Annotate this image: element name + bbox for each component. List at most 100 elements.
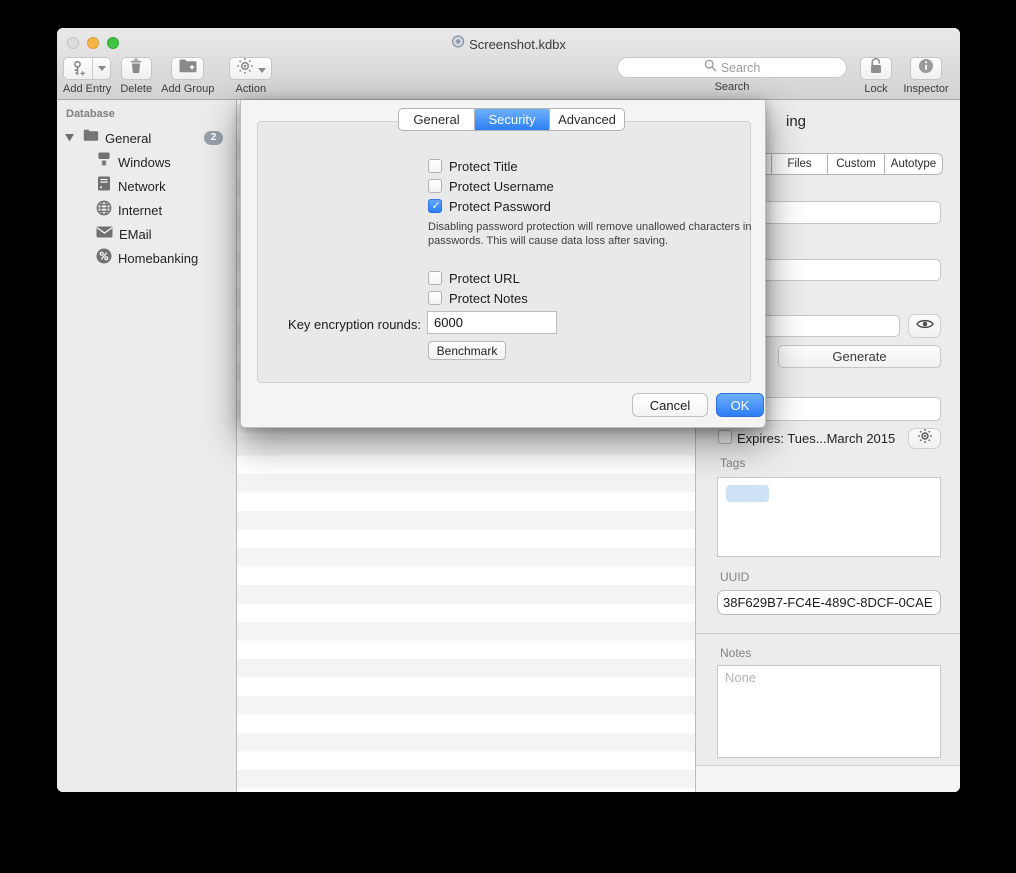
inspector-entry-title: ing [786, 113, 806, 130]
protect-username-row[interactable]: Protect Username [428, 178, 554, 194]
sidebar-item-label: Windows [118, 155, 171, 170]
password-protection-warning: Disabling password protection will remov… [428, 221, 758, 248]
protect-notes-label: Protect Notes [449, 291, 528, 306]
add-group-button[interactable] [171, 57, 204, 80]
info-icon [917, 57, 935, 80]
sidebar-item-label: Internet [118, 203, 162, 218]
search-label: Search [715, 81, 750, 93]
search-input[interactable]: Search [617, 57, 847, 78]
add-group-label: Add Group [161, 83, 214, 95]
inspector-tool: Inspector [902, 57, 950, 95]
sidebar-item-label: General [105, 131, 151, 146]
protect-title-label: Protect Title [449, 159, 518, 174]
sidebar-section-header: Database [66, 108, 115, 120]
app-window: Screenshot.kdbx Add Entry Delete [57, 28, 960, 792]
action-tool: Action [229, 57, 272, 95]
benchmark-button[interactable]: Benchmark [428, 341, 506, 360]
tags-box[interactable] [717, 477, 941, 557]
sidebar: Database General 2 Windows Network [57, 100, 237, 792]
uuid-field[interactable] [717, 590, 941, 615]
add-entry-dropdown-arrow-icon[interactable] [92, 58, 110, 79]
notes-field[interactable] [717, 665, 941, 758]
protect-username-checkbox[interactable] [428, 179, 442, 193]
window-header: Screenshot.kdbx Add Entry Delete [57, 28, 960, 100]
expires-label: Expires: Tues...March 2015 [737, 431, 895, 446]
disclosure-triangle-icon[interactable] [65, 129, 74, 147]
tab-security[interactable]: Security [474, 109, 549, 130]
sidebar-item-label: EMail [119, 227, 152, 242]
tab-advanced[interactable]: Advanced [549, 109, 624, 130]
eye-icon [916, 317, 934, 335]
inspector-divider [696, 633, 960, 634]
expires-options-button[interactable] [908, 428, 941, 449]
sidebar-item-windows[interactable]: Windows [57, 150, 236, 174]
action-button[interactable] [229, 57, 272, 80]
sidebar-item-homebanking[interactable]: Homebanking [57, 246, 236, 270]
sidebar-item-network[interactable]: Network [57, 174, 236, 198]
toolbar-left: Add Entry Delete Add Group [63, 57, 272, 95]
protect-password-checkbox[interactable] [428, 199, 442, 213]
network-computers-icon [96, 152, 112, 172]
cancel-button[interactable]: Cancel [632, 393, 708, 417]
zoom-window-button[interactable] [107, 37, 119, 49]
sidebar-item-label: Network [118, 179, 166, 194]
window-title-group: Screenshot.kdbx [451, 35, 566, 53]
window-title: Screenshot.kdbx [469, 37, 566, 52]
inspector-button[interactable] [910, 57, 942, 80]
delete-button[interactable] [121, 57, 152, 80]
sidebar-item-internet[interactable]: Internet [57, 198, 236, 222]
tab-general[interactable]: General [399, 109, 474, 130]
action-label: Action [236, 83, 267, 95]
search-icon [704, 59, 717, 77]
delete-tool: Delete [120, 57, 152, 95]
generate-password-button[interactable]: Generate [778, 345, 941, 368]
key-encryption-rounds-field[interactable] [427, 311, 557, 334]
document-proxy-icon [451, 35, 464, 53]
protect-url-row[interactable]: Protect URL [428, 270, 520, 286]
uuid-label: UUID [720, 570, 749, 584]
sidebar-item-email[interactable]: EMail [57, 222, 236, 246]
reveal-password-button[interactable] [908, 314, 941, 338]
protect-notes-row[interactable]: Protect Notes [428, 290, 528, 306]
protect-title-checkbox[interactable] [428, 159, 442, 173]
envelope-icon [96, 225, 113, 243]
unlocked-padlock-icon [868, 57, 884, 80]
desktop-background: Screenshot.kdbx Add Entry Delete [0, 0, 1016, 873]
folder-plus-icon [178, 58, 198, 79]
inspector-tab-autotype[interactable]: Autotype [884, 154, 942, 174]
add-entry-label: Add Entry [63, 83, 111, 95]
protect-notes-checkbox[interactable] [428, 291, 442, 305]
protect-password-row[interactable]: Protect Password [428, 198, 551, 214]
inspector-tab-files[interactable]: Files [771, 154, 827, 174]
protect-title-row[interactable]: Protect Title [428, 158, 518, 174]
protect-username-label: Protect Username [449, 179, 554, 194]
dialog-tabs: General Security Advanced [398, 108, 625, 131]
protect-url-checkbox[interactable] [428, 271, 442, 285]
close-window-button[interactable] [67, 37, 79, 49]
add-entry-button[interactable] [63, 57, 111, 80]
group-settings-dialog: General Security Advanced Protect Title … [240, 100, 766, 428]
inspector-label: Inspector [903, 83, 948, 95]
minimize-window-button[interactable] [87, 37, 99, 49]
trash-icon [127, 57, 145, 80]
add-group-tool: Add Group [161, 57, 214, 95]
ok-button[interactable]: OK [716, 393, 764, 417]
action-dropdown-arrow-icon [258, 60, 266, 78]
protect-url-label: Protect URL [449, 271, 520, 286]
lock-button[interactable] [860, 57, 892, 80]
lock-label: Lock [864, 83, 887, 95]
sidebar-item-general[interactable]: General 2 [57, 126, 236, 150]
key-plus-icon[interactable] [64, 58, 92, 79]
inspector-tab-custom[interactable]: Custom [827, 154, 884, 174]
traffic-lights [67, 37, 119, 49]
search-tool: Search Search [617, 57, 847, 93]
sidebar-item-label: Homebanking [118, 251, 198, 266]
tag-pill[interactable] [726, 485, 769, 502]
search-placeholder: Search [721, 61, 761, 75]
add-entry-tool: Add Entry [63, 57, 111, 95]
server-icon [97, 176, 111, 196]
expires-checkbox[interactable] [718, 430, 732, 444]
protect-password-label: Protect Password [449, 199, 551, 214]
tags-label: Tags [720, 456, 745, 470]
globe-icon [96, 200, 112, 221]
